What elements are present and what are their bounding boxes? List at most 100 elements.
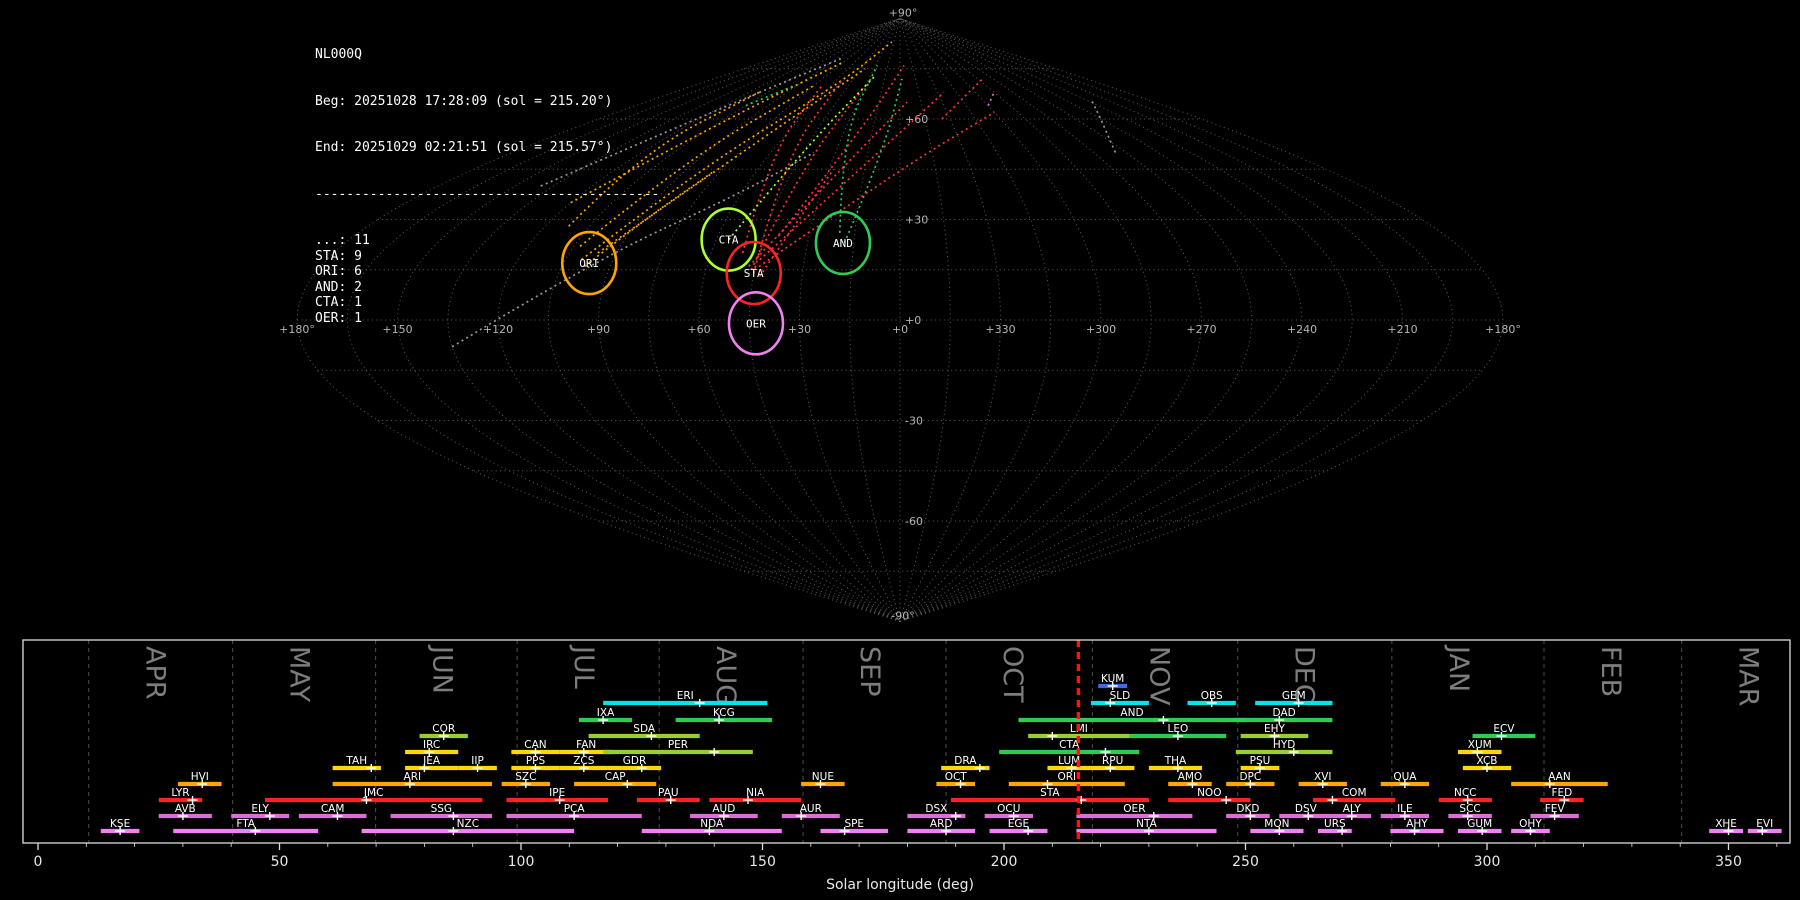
shower-counts: ...: 11 STA: 9 ORI: 6 AND: 2 CTA: 1 OER: 1 bbox=[315, 233, 659, 326]
bar-label-NOO: NOO bbox=[1197, 787, 1221, 799]
bar-label-XHE: XHE bbox=[1715, 818, 1737, 830]
month-label: NOV bbox=[1143, 646, 1174, 706]
month-label: OCT bbox=[997, 646, 1028, 703]
x-tick-label: 50 bbox=[271, 854, 289, 870]
bar-label-AUR: AUR bbox=[800, 803, 822, 815]
dec-label: -90° bbox=[891, 610, 914, 623]
shower-count: ORI: 6 bbox=[315, 264, 362, 279]
lon-label: +300 bbox=[1086, 323, 1116, 336]
shower-count: OER: 1 bbox=[315, 310, 362, 326]
meteor-trail bbox=[753, 111, 995, 271]
x-axis-title: Solar longitude (deg) bbox=[826, 877, 974, 893]
x-tick-label: 200 bbox=[991, 854, 1018, 870]
meteor-trail bbox=[748, 101, 908, 267]
bar-label-RPU: RPU bbox=[1102, 755, 1123, 767]
bar-label-SCC: SCC bbox=[1459, 803, 1480, 815]
x-tick-label: 300 bbox=[1474, 854, 1501, 870]
bar-label-COM: COM bbox=[1342, 787, 1367, 799]
bar-label-IXA: IXA bbox=[597, 707, 615, 719]
bar-label-GUM: GUM bbox=[1467, 818, 1492, 830]
x-tick-label: 150 bbox=[749, 854, 776, 870]
bar-label-FED: FED bbox=[1551, 787, 1572, 799]
month-label: FEB bbox=[1595, 646, 1626, 697]
bar-label-ERI: ERI bbox=[677, 690, 694, 702]
shower-count: AND: 2 bbox=[315, 279, 362, 295]
bar-label-GDR: GDR bbox=[623, 755, 647, 767]
bar-label-FTA: FTA bbox=[236, 818, 255, 830]
station-code: NL000Q bbox=[315, 47, 362, 62]
bar-label-ECV: ECV bbox=[1493, 723, 1515, 735]
radiant-label-CTA: CTA bbox=[719, 234, 739, 247]
dec-label: +90° bbox=[889, 7, 918, 20]
month-label: MAY bbox=[284, 646, 315, 703]
lon-label: +180° bbox=[279, 323, 315, 336]
radiant-label-AND: AND bbox=[833, 237, 853, 250]
bar-label-DSX: DSX bbox=[925, 803, 947, 815]
x-tick-label: 0 bbox=[34, 854, 43, 870]
lon-label: +240 bbox=[1287, 323, 1317, 336]
radiant-label-STA: STA bbox=[744, 267, 764, 280]
bar-label-PER: PER bbox=[668, 739, 688, 751]
bar-label-CAP: CAP bbox=[605, 771, 626, 783]
meteor-station-report: +90° +60 +30 +0 -30 -60 -90° +180° +150 +120 +90 +6… bbox=[0, 0, 1800, 900]
bar-label-DKD: DKD bbox=[1236, 803, 1259, 815]
bar-label-DRA: DRA bbox=[954, 755, 977, 767]
bar-label-NDA: NDA bbox=[700, 818, 724, 830]
x-tick-label: 250 bbox=[1232, 854, 1259, 870]
bar-label-AMO: AMO bbox=[1178, 771, 1203, 783]
month-label: MAR bbox=[1733, 646, 1764, 707]
bar-label-CAM: CAM bbox=[321, 803, 345, 815]
meteor-trail bbox=[1090, 98, 1117, 153]
bar-label-OCT: OCT bbox=[945, 771, 968, 783]
observation-summary: NL000Q Beg: 20251028 17:28:09 (sol = 215… bbox=[315, 16, 659, 357]
bar-label-HVI: HVI bbox=[191, 771, 209, 783]
lon-label: +180° bbox=[1485, 323, 1521, 336]
lon-label: +0 bbox=[892, 323, 908, 336]
meteor-trail bbox=[843, 78, 903, 244]
bar-label-IPE: IPE bbox=[549, 787, 565, 799]
x-tick-label: 100 bbox=[508, 854, 535, 870]
bar-label-NUE: NUE bbox=[812, 771, 834, 783]
bar-label-IRC: IRC bbox=[423, 739, 440, 751]
bar-label-ARI: ARI bbox=[404, 771, 422, 783]
lon-label: +210 bbox=[1387, 323, 1417, 336]
bar-label-ARD: ARD bbox=[930, 818, 953, 830]
shower-count: CTA: 1 bbox=[315, 295, 362, 310]
bar-label-OCU: OCU bbox=[997, 803, 1020, 815]
bar-label-DSV: DSV bbox=[1295, 803, 1318, 815]
month-label: JUL bbox=[568, 644, 599, 689]
month-label: APR bbox=[140, 646, 171, 700]
bar-label-SSG: SSG bbox=[431, 803, 452, 815]
shower-count: STA: 9 bbox=[315, 248, 362, 264]
dec-label: -60 bbox=[905, 515, 923, 528]
bar-label-THA: THA bbox=[1164, 755, 1187, 767]
meteor-trail bbox=[941, 78, 984, 120]
bar-label-STA: STA bbox=[1040, 787, 1060, 799]
bar-label-FAN: FAN bbox=[576, 739, 596, 751]
month-label: AUG bbox=[710, 646, 741, 705]
bar-label-EVI: EVI bbox=[1756, 818, 1773, 830]
bar-label-KCG: KCG bbox=[713, 707, 735, 719]
session-end: End: 20251029 02:21:51 (sol = 215.57°) bbox=[315, 140, 613, 155]
bar-label-TAH: TAH bbox=[345, 755, 367, 767]
shower-count: ...: 11 bbox=[315, 233, 370, 248]
bar-label-AND: AND bbox=[1120, 707, 1143, 719]
bar-label-OER: OER bbox=[1123, 803, 1145, 815]
bar-label-ORI: ORI bbox=[1057, 771, 1076, 783]
lon-label: +30 bbox=[788, 323, 811, 336]
bar-label-SDA: SDA bbox=[633, 723, 656, 735]
dec-label: -30 bbox=[905, 415, 923, 428]
bar-label-LYR: LYR bbox=[171, 787, 189, 799]
bar-label-DAD: DAD bbox=[1273, 707, 1296, 719]
divider: ----------------------------------------… bbox=[315, 186, 660, 202]
month-label: SEP bbox=[854, 646, 885, 696]
bar-label-ELY: ELY bbox=[251, 803, 269, 815]
bar-label-NTA: NTA bbox=[1136, 818, 1157, 830]
bar-label-EGE: EGE bbox=[1008, 818, 1029, 830]
x-tick-label: 350 bbox=[1715, 854, 1742, 870]
bar-label-SPE: SPE bbox=[844, 818, 864, 830]
lon-label: +270 bbox=[1186, 323, 1216, 336]
session-begin: Beg: 20251028 17:28:09 (sol = 215.20°) bbox=[315, 93, 613, 109]
radiant-label-OER: OER bbox=[746, 317, 766, 330]
bar-label-NCC: NCC bbox=[1454, 787, 1477, 799]
